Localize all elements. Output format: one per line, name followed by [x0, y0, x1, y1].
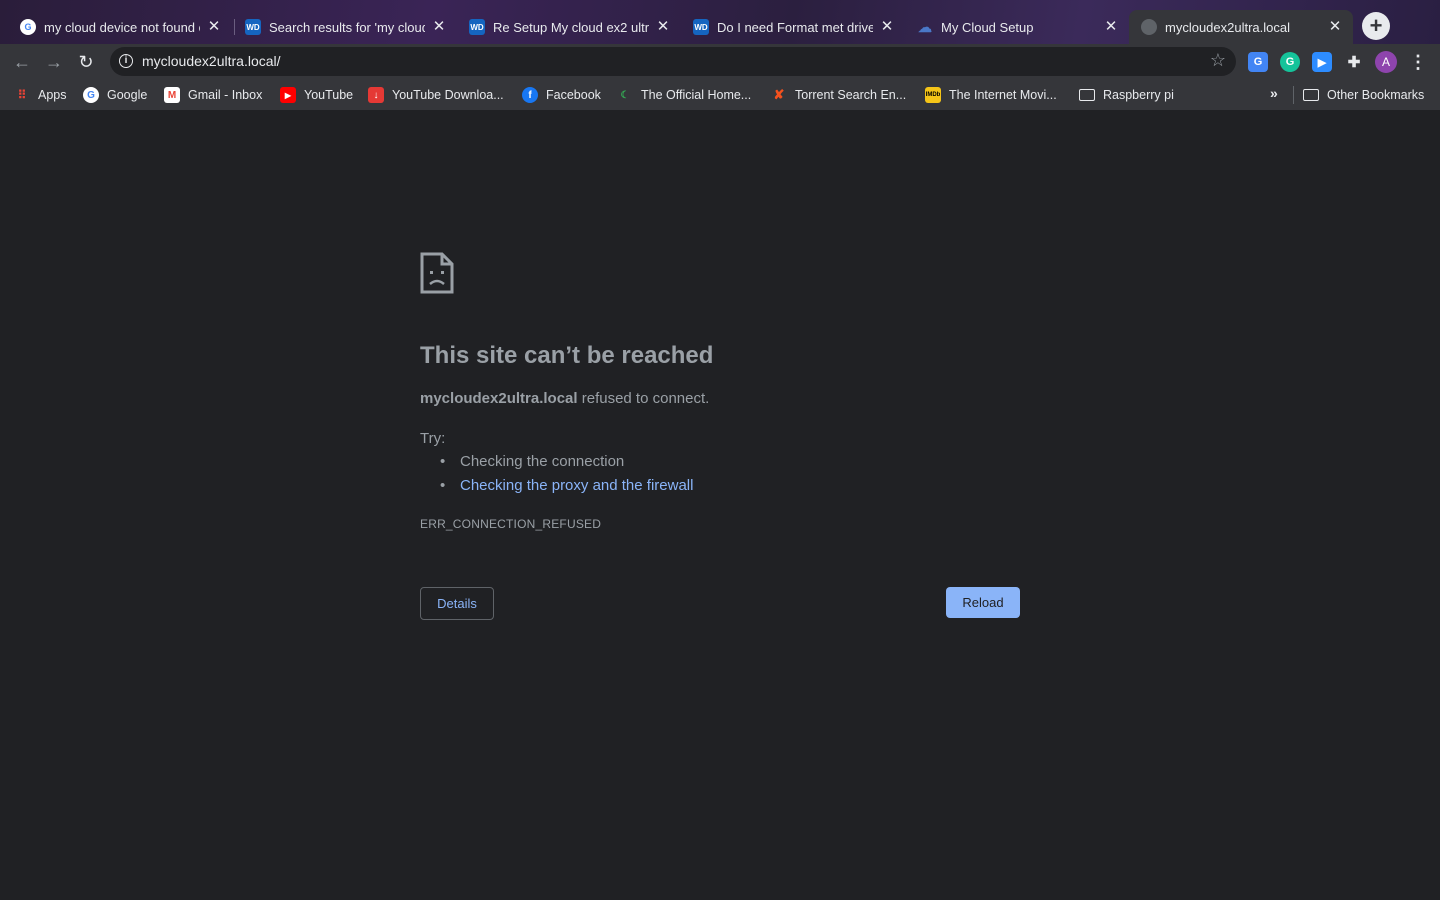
tab-4[interactable]: WD Do I need Format met drives ✕	[681, 10, 905, 44]
forward-arrow-icon[interactable]: →	[40, 48, 68, 76]
google-icon: G	[20, 19, 36, 35]
back-arrow-icon[interactable]: ←	[8, 48, 36, 76]
close-icon[interactable]: ✕	[431, 19, 447, 35]
tab-title: mycloudex2ultra.local	[1165, 19, 1291, 35]
tab-title: Do I need Format met drives	[717, 19, 873, 35]
error-message: mycloudex2ultra.local refused to connect…	[420, 390, 709, 407]
extensions-puzzle-icon[interactable]: ✚	[1344, 52, 1364, 72]
bookmarks-divider	[1293, 86, 1294, 104]
zoom-icon[interactable]: ▶	[1312, 52, 1332, 72]
x-logo-icon: ✘	[773, 87, 785, 102]
leaf-icon: ☾	[620, 89, 630, 101]
reload-icon[interactable]: ↻	[72, 48, 100, 76]
error-title: This site can’t be reached	[420, 342, 714, 369]
bookmark-youtube[interactable]: ▶ YouTube	[280, 86, 353, 104]
bookmark-label: The Official Home...	[641, 88, 752, 102]
bookmark-label: YouTube	[304, 88, 354, 102]
url-text[interactable]: mycloudex2ultra.local/	[142, 53, 281, 69]
gmail-icon: M	[164, 87, 180, 103]
apps-grid-icon: ⠿	[17, 88, 27, 102]
bookmarks-overflow-icon[interactable]: »	[1270, 85, 1278, 101]
tab-title: Search results for 'my cloud	[269, 19, 425, 35]
bookmark-imdb[interactable]: IMDb The Internet Movi...	[925, 86, 1057, 104]
bookmark-label: Facebook	[546, 88, 601, 102]
bookmarks-bar: ⠿ Apps G Google M Gmail - Inbox ▶ YouTub…	[0, 80, 1440, 111]
tab-5[interactable]: ☁ My Cloud Setup ✕	[905, 10, 1129, 44]
bookmark-label: YouTube Downloa...	[392, 88, 504, 102]
close-icon[interactable]: ✕	[1103, 19, 1119, 35]
bookmark-youtube-downloader[interactable]: ↓ YouTube Downloa...	[368, 86, 504, 104]
bookmark-facebook[interactable]: f Facebook	[522, 86, 601, 104]
bookmark-torrent-search[interactable]: ✘ Torrent Search En...	[771, 86, 907, 104]
suggestion-text: Checking the connection	[460, 453, 625, 470]
try-label: Try:	[420, 430, 446, 447]
bookmark-label: Torrent Search En...	[795, 88, 907, 102]
tab-6-active[interactable]: mycloudex2ultra.local ✕	[1129, 10, 1353, 44]
bookmark-apps[interactable]: ⠿ Apps	[14, 86, 67, 104]
wd-icon: WD	[693, 19, 709, 35]
bookmark-google[interactable]: G Google	[83, 86, 147, 104]
bookmark-official-home[interactable]: ☾ The Official Home...	[617, 86, 752, 104]
new-tab-button[interactable]: +	[1362, 12, 1390, 40]
browser-toolbar: ← → ↻ i mycloudex2ultra.local/ ☆ G G ▶ ✚…	[0, 44, 1440, 80]
tab-title: My Cloud Setup	[941, 19, 1034, 35]
bookmark-label: Raspberry pi	[1103, 88, 1174, 102]
address-bar[interactable]: i mycloudex2ultra.local/ ☆	[110, 47, 1236, 76]
folder-icon	[1079, 89, 1095, 101]
close-icon[interactable]: ✕	[206, 19, 222, 35]
tab-strip: G my cloud device not found o ✕ WD Searc…	[0, 0, 1440, 44]
grammarly-icon[interactable]: G	[1280, 52, 1300, 72]
error-code: ERR_CONNECTION_REFUSED	[420, 517, 602, 531]
reload-button[interactable]: Reload	[946, 587, 1020, 618]
profile-avatar[interactable]: A	[1375, 51, 1397, 73]
bookmark-label: The Internet Movi...	[949, 88, 1057, 102]
bookmark-label: Apps	[38, 88, 67, 102]
other-bookmarks-label: Other Bookmarks	[1327, 88, 1425, 102]
bookmark-raspberry-pi[interactable]: Raspberry pi	[1079, 86, 1174, 104]
bookmark-star-icon[interactable]: ☆	[1210, 50, 1226, 71]
wd-icon: WD	[245, 19, 261, 35]
google-translate-icon[interactable]: G	[1248, 52, 1268, 72]
tab-title: my cloud device not found o	[44, 19, 200, 35]
imdb-icon: IMDb	[925, 87, 941, 103]
google-icon: G	[83, 87, 99, 103]
more-menu-icon[interactable]: ⋮	[1408, 51, 1428, 73]
tab-title: Re Setup My cloud ex2 ultra	[493, 19, 649, 35]
close-icon[interactable]: ✕	[1327, 19, 1343, 35]
youtube-icon: ▶	[280, 87, 296, 103]
tab-3[interactable]: WD Re Setup My cloud ex2 ultra ✕	[457, 10, 681, 44]
download-icon: ↓	[368, 87, 384, 103]
close-icon[interactable]: ✕	[655, 19, 671, 35]
bookmark-label: Gmail - Inbox	[188, 88, 263, 102]
tab-1[interactable]: G my cloud device not found o ✕	[8, 10, 232, 44]
other-bookmarks[interactable]: Other Bookmarks	[1303, 86, 1424, 104]
error-host: mycloudex2ultra.local	[420, 390, 578, 407]
facebook-icon: f	[522, 87, 538, 103]
close-icon[interactable]: ✕	[879, 19, 895, 35]
bookmark-label: Google	[107, 88, 148, 102]
proxy-firewall-link[interactable]: Checking the proxy and the firewall	[460, 477, 693, 494]
wd-icon: WD	[469, 19, 485, 35]
cloud-icon: ☁	[918, 18, 932, 35]
error-message-text: refused to connect.	[577, 390, 710, 407]
globe-icon	[1141, 19, 1157, 35]
tab-2[interactable]: WD Search results for 'my cloud ✕	[233, 10, 457, 44]
folder-icon	[1303, 89, 1319, 101]
info-icon[interactable]: i	[119, 54, 133, 68]
sad-page-icon	[420, 252, 454, 294]
bookmark-gmail[interactable]: M Gmail - Inbox	[164, 86, 262, 104]
details-button[interactable]: Details	[420, 587, 494, 620]
